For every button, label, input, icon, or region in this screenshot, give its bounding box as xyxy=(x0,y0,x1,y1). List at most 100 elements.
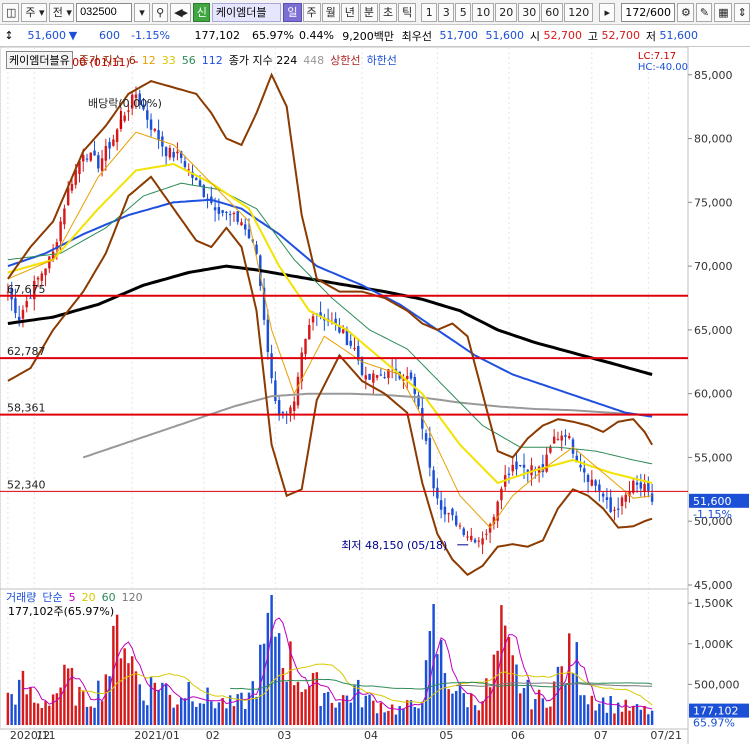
code-dropdown-icon[interactable]: ▾ xyxy=(134,2,151,22)
period-tab[interactable]: 초 xyxy=(379,2,398,22)
volume-bar xyxy=(262,643,266,725)
stock-code-input[interactable] xyxy=(76,2,133,22)
interval-tab[interactable]: 20 xyxy=(495,2,518,22)
candle xyxy=(616,508,620,510)
volume-bar xyxy=(85,706,89,725)
volume-bar xyxy=(458,682,462,725)
volume-bar xyxy=(616,702,620,725)
volume-bar xyxy=(78,686,81,725)
grid-icon[interactable]: ▦ xyxy=(714,2,732,22)
count-input[interactable]: 172/600 xyxy=(621,2,675,22)
candle xyxy=(21,309,25,319)
volume-bar xyxy=(620,711,624,725)
volume-bar xyxy=(477,710,481,725)
volume-bar xyxy=(123,648,126,725)
candle xyxy=(308,324,311,340)
all-select[interactable]: 전 ▾ xyxy=(48,2,75,22)
candle xyxy=(439,500,443,510)
volume-bar xyxy=(560,666,563,725)
candle xyxy=(108,142,111,149)
credit-badge: 신 xyxy=(192,2,210,22)
dividend-annotation: 배당락(0.00%) xyxy=(88,97,162,110)
volume-bar xyxy=(338,702,341,725)
interval-tab[interactable]: 1 xyxy=(421,2,438,22)
candle xyxy=(635,482,639,485)
volume-bar xyxy=(232,706,236,725)
candle xyxy=(458,525,462,527)
volume-bar xyxy=(628,710,631,725)
current-change-marker-label: -1.15% xyxy=(693,508,732,521)
candle xyxy=(296,376,300,406)
volume-bar xyxy=(511,655,514,725)
volume-bar xyxy=(240,692,243,725)
speaker-icon[interactable]: ◀▸ xyxy=(170,2,191,22)
candle xyxy=(477,540,481,542)
volume-bar xyxy=(168,694,172,725)
volume-bar xyxy=(364,695,368,725)
volume-bar xyxy=(97,680,100,725)
period-tab[interactable]: 분 xyxy=(359,2,379,22)
volume-bar xyxy=(119,658,123,725)
volume-bar xyxy=(552,681,556,725)
volume-bar xyxy=(251,681,254,725)
period-tab[interactable]: 틱 xyxy=(398,2,417,22)
volume-bar xyxy=(534,699,537,725)
expand-icon[interactable]: ⇕ xyxy=(733,2,750,22)
volume-bar xyxy=(571,672,575,725)
interval-tab[interactable]: 120 xyxy=(564,2,594,22)
ma12-line xyxy=(7,131,653,529)
candle xyxy=(198,180,202,187)
candle xyxy=(586,474,590,482)
settings-icon[interactable]: ⚙ xyxy=(676,2,694,22)
interval-tab[interactable]: 10 xyxy=(472,2,495,22)
period-select[interactable]: 주 ▾ xyxy=(21,2,47,22)
candle xyxy=(221,210,224,213)
search-icon[interactable]: ⚲ xyxy=(152,2,169,22)
candle xyxy=(466,536,469,538)
ma112-label: 112 xyxy=(201,53,223,67)
info-toggle-icon[interactable]: ↕ xyxy=(0,29,18,42)
layout-icon[interactable]: ◫ xyxy=(2,2,20,22)
candle xyxy=(552,436,556,444)
candle xyxy=(620,497,624,507)
volume-bar xyxy=(266,612,270,725)
candle xyxy=(48,256,51,269)
interval-tab[interactable]: 3 xyxy=(438,2,455,22)
volume-bar xyxy=(157,690,160,725)
volume-bar xyxy=(345,695,349,725)
volume-bar xyxy=(443,673,447,725)
interval-tab[interactable]: 60 xyxy=(541,2,564,22)
period-tab[interactable]: 일 xyxy=(283,2,302,22)
upper-limit-label: 상한선 xyxy=(330,54,361,67)
volume-bar xyxy=(650,710,654,725)
volume-bar xyxy=(142,700,145,725)
volume-bar xyxy=(605,712,609,725)
volume-bar xyxy=(66,668,70,725)
candle xyxy=(364,375,368,380)
period-tab[interactable]: 주 xyxy=(302,2,321,22)
candle xyxy=(500,488,503,501)
interval-tab[interactable]: 5 xyxy=(455,2,472,22)
volume-bar xyxy=(300,692,303,725)
price-info-bar: ↕ 51,600 ▼ 600 -1.15% 177,102 65.97% 0.4… xyxy=(0,25,750,47)
candle xyxy=(29,297,32,299)
interval-tab[interactable]: 30 xyxy=(518,2,541,22)
current-price: 51,600 xyxy=(27,29,67,42)
candle xyxy=(187,169,190,171)
period-tab[interactable]: 월 xyxy=(321,2,340,22)
price-tick-label: 60,000 xyxy=(694,388,733,401)
period-tab[interactable]: 년 xyxy=(340,2,359,22)
volume-bar xyxy=(541,698,545,725)
candle xyxy=(522,464,526,468)
tools-icon[interactable]: ✎ xyxy=(695,2,713,22)
prev-icon[interactable]: ▸ xyxy=(599,2,616,22)
candle xyxy=(176,151,179,154)
volume-bar xyxy=(590,695,594,725)
volume-bar xyxy=(59,687,62,725)
stock-chart[interactable]: 85,000 80,000 75,000 70,000 65,000 60,000 55,0… xyxy=(0,47,750,744)
candle xyxy=(311,316,315,323)
volume-bar xyxy=(213,708,217,725)
volume-bar xyxy=(447,689,450,725)
candle xyxy=(341,329,345,334)
volume-bar xyxy=(526,679,530,725)
